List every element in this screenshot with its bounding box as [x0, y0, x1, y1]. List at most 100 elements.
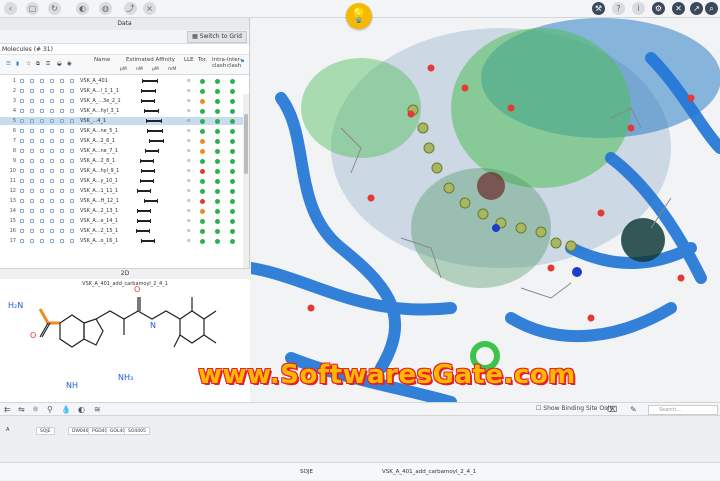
row-toggle-icon[interactable] [20, 239, 24, 243]
row-toggle-icon[interactable] [60, 189, 64, 193]
row-toggle-icon[interactable] [50, 199, 54, 203]
row-toggle-icon[interactable] [50, 119, 54, 123]
row-toggle-icon[interactable] [70, 219, 74, 223]
row-toggle-icon[interactable] [60, 99, 64, 103]
row-toggle-icon[interactable] [20, 129, 24, 133]
row-toggle-icon[interactable] [50, 209, 54, 213]
row-toggle-icon[interactable] [20, 119, 24, 123]
help-icon[interactable]: ? [612, 2, 625, 15]
row-toggle-icon[interactable] [30, 169, 34, 173]
table-row[interactable]: 9 VSK_A...2_8_1 ⚙ [0, 157, 246, 165]
row-toggle-icon[interactable] [70, 109, 74, 113]
row-toggle-icon[interactable] [50, 229, 54, 233]
globe-icon[interactable]: ◍ [99, 2, 112, 15]
row-toggle-icon[interactable] [30, 239, 34, 243]
rotate-icon[interactable]: ◐ [76, 2, 89, 15]
row-toggle-icon[interactable] [60, 219, 64, 223]
row-toggle-icon[interactable] [30, 79, 34, 83]
star-icon[interactable]: ☆ [26, 61, 31, 67]
row-toggle-icon[interactable] [70, 129, 74, 133]
row-toggle-icon[interactable] [50, 149, 54, 153]
row-toggle-icon[interactable] [30, 229, 34, 233]
row-toggle-icon[interactable] [40, 219, 44, 223]
table-row[interactable]: 16 VSK_A...2_15_1 ⚙ [0, 227, 246, 235]
row-toggle-icon[interactable] [40, 229, 44, 233]
row-toggle-icon[interactable] [50, 219, 54, 223]
table-row[interactable]: 10 VSK_A...hyl_9_1 ⚙ [0, 167, 246, 175]
row-toggle-icon[interactable] [40, 109, 44, 113]
close-icon[interactable]: × [143, 2, 156, 15]
eye-icon[interactable]: ◉ [67, 61, 72, 67]
row-toggle-icon[interactable] [20, 89, 24, 93]
table-row[interactable]: 1 VSK_A_401 ⚙ [0, 77, 246, 85]
row-toggle-icon[interactable] [70, 229, 74, 233]
pin-icon[interactable]: ⚲ [47, 405, 53, 414]
table-row[interactable]: 7 VSK_A...2_6_1 ⚙ [0, 137, 246, 145]
table-row[interactable]: 2 VSK_A...l_1_1_1 ⚙ [0, 87, 246, 95]
col-name[interactable]: Name [94, 57, 110, 63]
row-toggle-icon[interactable] [20, 229, 24, 233]
row-toggle-icon[interactable] [70, 189, 74, 193]
row-toggle-icon[interactable] [70, 149, 74, 153]
row-toggle-icon[interactable] [60, 119, 64, 123]
surface-icon[interactable]: ◐ [78, 405, 85, 414]
info-icon[interactable]: i [632, 2, 645, 15]
viewport-3d[interactable] [251, 18, 720, 402]
table-row[interactable]: 8 VSK_A...ne_7_1 ⚙ [0, 147, 246, 155]
filter-icon[interactable]: ⚑ [240, 59, 245, 65]
row-toggle-icon[interactable] [40, 169, 44, 173]
wrench-icon[interactable]: ⚒ [592, 2, 605, 15]
row-toggle-icon[interactable] [40, 189, 44, 193]
sequence-search-input[interactable]: Search... [648, 405, 718, 415]
show-binding-site-toggle[interactable]: ☐ Show Binding Site Only [536, 405, 613, 412]
rows-scrollbar[interactable] [243, 94, 249, 284]
row-toggle-icon[interactable] [60, 159, 64, 163]
row-toggle-icon[interactable] [70, 179, 74, 183]
row-toggle-icon[interactable] [60, 89, 64, 93]
row-toggle-icon[interactable] [70, 239, 74, 243]
eraser-icon[interactable]: ⌫ [606, 405, 617, 414]
lock-icon[interactable]: ⚿ [46, 61, 50, 68]
bookmark-icon[interactable]: ▮ [16, 61, 19, 67]
row-toggle-icon[interactable] [30, 159, 34, 163]
row-toggle-icon[interactable] [30, 139, 34, 143]
row-toggle-icon[interactable] [20, 109, 24, 113]
export-icon[interactable]: ⤴ [124, 2, 137, 15]
atom-icon[interactable]: ⚛ [32, 405, 39, 414]
table-row[interactable]: 11 VSK_A...y_10_1 ⚙ [0, 177, 246, 185]
protein-structure[interactable] [251, 18, 720, 402]
row-toggle-icon[interactable] [30, 189, 34, 193]
row-toggle-icon[interactable] [50, 179, 54, 183]
row-toggle-icon[interactable] [40, 119, 44, 123]
table-row[interactable]: 17 VSK_A...o_16_1 ⚙ [0, 237, 246, 245]
row-toggle-icon[interactable] [50, 169, 54, 173]
back-icon[interactable]: ‹ [4, 2, 17, 15]
row-toggle-icon[interactable] [40, 99, 44, 103]
scroll-thumb[interactable] [244, 114, 248, 174]
row-toggle-icon[interactable] [70, 209, 74, 213]
brush-icon[interactable]: ✎ [630, 405, 637, 414]
row-toggle-icon[interactable] [70, 169, 74, 173]
chip-soje[interactable]: SOJE [36, 427, 55, 435]
row-toggle-icon[interactable] [70, 89, 74, 93]
row-toggle-icon[interactable] [50, 99, 54, 103]
row-toggle-icon[interactable] [20, 149, 24, 153]
row-toggle-icon[interactable] [70, 159, 74, 163]
row-toggle-icon[interactable] [30, 149, 34, 153]
row-toggle-icon[interactable] [70, 199, 74, 203]
bond-icon[interactable]: ⇋ [18, 405, 25, 414]
row-toggle-icon[interactable] [20, 159, 24, 163]
share-icon[interactable]: ↗ [690, 2, 703, 15]
lightbulb-icon[interactable]: 💡 [346, 3, 372, 29]
row-toggle-icon[interactable] [60, 179, 64, 183]
table-row[interactable]: 14 VSK_A...2_13_1 ⚙ [0, 207, 246, 215]
row-toggle-icon[interactable] [30, 199, 34, 203]
chip-so4405[interactable]: SO4405 [124, 427, 150, 435]
ribbon-icon[interactable]: ≋ [94, 405, 101, 414]
row-toggle-icon[interactable] [30, 119, 34, 123]
open-icon[interactable]: ▢ [26, 2, 39, 15]
search-icon[interactable]: ⌕ [705, 2, 718, 15]
row-toggle-icon[interactable] [20, 209, 24, 213]
col-inter[interactable]: Inter-clash [227, 57, 242, 69]
switch-to-grid-button[interactable]: ▦ Switch to Grid [187, 31, 247, 43]
